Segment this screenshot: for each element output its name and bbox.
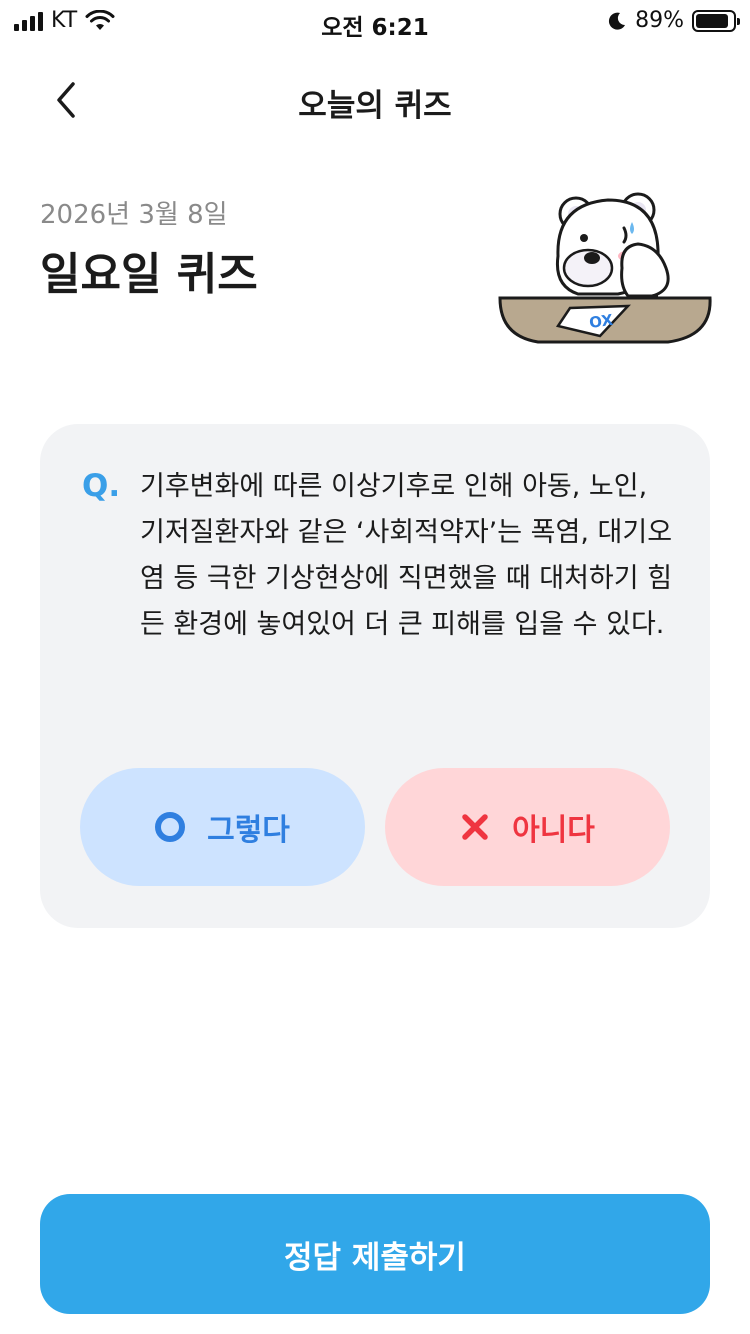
question-text: 기후변화에 따른 이상기후로 인해 아동, 노인, 기저질환자와 같은 ‘사회적… [140, 471, 673, 640]
status-bar: KT 오전 6:21 89% [0, 0, 750, 41]
quiz-title: 일요일 퀴즈 [40, 249, 258, 300]
submit-answer-button[interactable]: 정답 제출하기 [40, 1194, 710, 1314]
submit-label: 정답 제출하기 [284, 1239, 466, 1276]
battery-percent: 89% [635, 8, 684, 33]
moon-icon [609, 12, 626, 30]
nav-header: 오늘의 퀴즈 [0, 60, 750, 140]
page-title: 오늘의 퀴즈 [298, 88, 452, 124]
answer-yes-button[interactable]: 그렇다 [80, 768, 365, 886]
quiz-date: 2026년 3월 8일 [40, 200, 228, 230]
answer-yes-label: 그렇다 [207, 813, 290, 848]
mascot-paper-text: OX [588, 311, 614, 332]
answer-no-button[interactable]: 아니다 [385, 768, 670, 886]
status-right: 89% [607, 8, 740, 33]
circle-o-icon [155, 812, 186, 842]
battery-fill [696, 13, 729, 28]
battery-icon [692, 9, 740, 32]
question-card: Q. 기후변화에 따른 이상기후로 인해 아동, 노인, 기저질환자와 같은 ‘… [40, 424, 710, 928]
bear-mascot-ox-icon: OX [498, 192, 712, 344]
answer-no-label: 아니다 [512, 813, 595, 848]
x-mark-icon [462, 814, 488, 840]
question-label: Q. [82, 468, 121, 504]
